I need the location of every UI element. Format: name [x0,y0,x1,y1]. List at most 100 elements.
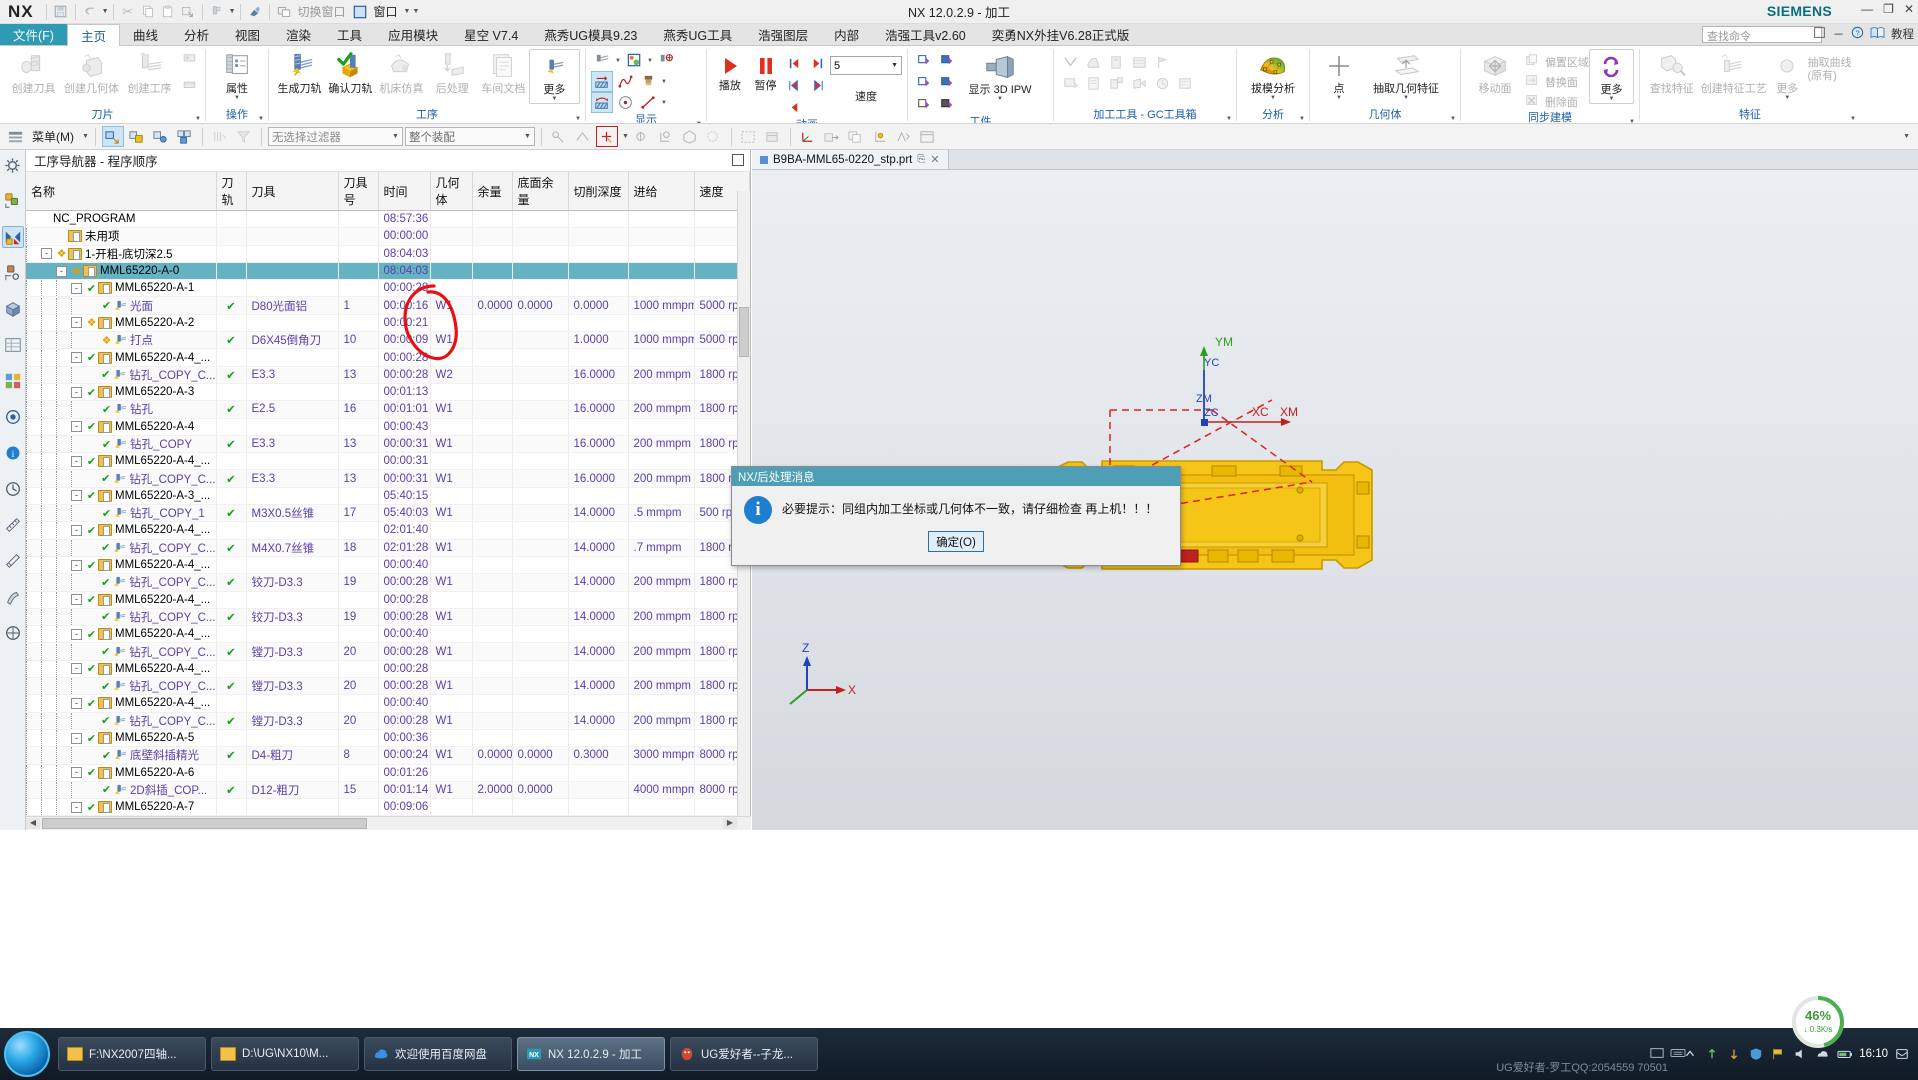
table-row[interactable]: 未用项 00:00:00 [26,227,750,246]
cell-name[interactable]: ✔ 钻孔_COPY_C... [26,469,217,488]
table-row[interactable]: ✔ 钻孔 ✔ E2.5 16 00:01:01 W1 16.0000 200 mmpm 1800 … [26,400,750,419]
cell-name[interactable]: ✔ 钻孔_COPY_C... [26,608,217,627]
tab-curve[interactable]: 曲线 [120,24,171,45]
create-geometry-button[interactable]: 创建几何体 [62,49,121,96]
tab-internal[interactable]: 内部 [821,24,872,45]
copy-to-layer-icon[interactable] [845,126,867,147]
table-row[interactable]: ✔ 钻孔_COPY_C... ✔ 镗刀-D3.3 20 00:00:28 W1 14.0000… [26,712,750,730]
cell-name[interactable]: ✔ 钻孔_COPY_1 [26,504,217,523]
tab-yanxiu-tool[interactable]: 燕秀UG工具 [650,24,745,45]
snap-point-icon[interactable] [209,126,231,147]
create-tool-button[interactable]: 创建刀具 [5,49,62,96]
table-row[interactable]: - ❖ MML65220-A-0 08:04:03 [26,262,750,281]
filter-icon[interactable] [233,126,255,147]
tab-yanxiu-mold[interactable]: 燕秀UG模具9.23 [531,24,650,45]
cell-name[interactable]: ✔ 底壁斜插精光 [26,746,217,765]
scroll-right-icon[interactable]: ▶ [723,818,737,829]
tree-expander[interactable]: - [71,282,82,294]
gc-10-icon[interactable] [1151,73,1173,94]
cell-name[interactable]: ✔ 钻孔_COPY [26,435,217,454]
tab-analysis[interactable]: 分析 [171,24,222,45]
cell-name[interactable]: 未用项 [26,227,217,246]
qat-overflow-icon[interactable]: ▼ [412,8,419,15]
operation-more-button[interactable]: 更多 ▼ [528,49,580,104]
col-stock[interactable]: 余量 [472,172,513,211]
show-3d-ipw-dropdown-icon[interactable]: ▼ [997,96,1003,102]
notification-icon[interactable] [1895,1047,1910,1062]
feature-more-dropdown-icon[interactable]: ▼ [1784,95,1790,101]
postprocess-button[interactable]: 后处理 [427,49,478,96]
move-face-button[interactable]: 移动面 [1466,49,1524,96]
chevron-up-icon[interactable] [1683,1047,1698,1062]
save-icon[interactable] [51,2,71,21]
tree-expander[interactable]: - [71,628,82,640]
machine-simulation-button[interactable]: 机床仿真 [376,49,427,96]
tool-display-dropdown-icon[interactable]: ▼ [660,79,668,85]
window-icon[interactable] [350,2,370,21]
undo-icon[interactable] [80,2,100,21]
gc-2-icon[interactable] [1082,52,1104,73]
properties-button[interactable]: 属性 ▼ [211,49,263,102]
group-expand-icon[interactable]: ▼ [195,112,201,123]
col-geom[interactable]: 几何体 [430,172,473,211]
rail-item-tools[interactable] [2,586,24,608]
display-region-dropdown-icon[interactable]: ▼ [646,58,654,64]
rail-item-geometry-view[interactable] [2,298,24,320]
replace-face-label[interactable]: 替换面 [1543,74,1578,90]
table-row[interactable]: ✔ 钻孔_COPY_C... ✔ E3.3 13 00:00:28 W2 16.0000 200… [26,366,750,384]
table-row[interactable]: - ✔ MML65220-A-4 00:00:43 [26,418,750,436]
table-row[interactable]: ✔ 底壁斜插精光 ✔ D4-粗刀 8 00:00:24 W1 0.0000 0.0000 0.30… [26,746,750,765]
sync-more-button[interactable]: 更多 ▼ [1588,49,1634,104]
gc-9-icon[interactable] [1128,73,1150,94]
move-to-layer-icon[interactable] [821,126,843,147]
ipw-2-icon[interactable] [936,50,958,71]
cell-name[interactable]: - ✔ MML65220-A-4_... [26,625,217,644]
cell-name[interactable]: - ✔ MML65220-A-1 [26,279,217,298]
cell-name[interactable]: NC_PROGRAM [26,210,217,229]
verify-toolpath-button[interactable]: 确认刀轨 [325,49,376,96]
cell-name[interactable]: ✔ 钻孔_COPY_C... [26,366,217,384]
cell-name[interactable]: ✔ 钻孔_COPY_C... [26,712,217,730]
window-restore-icon[interactable] [1813,26,1826,42]
gc-3-icon[interactable] [1105,52,1127,73]
part-tab[interactable]: B9BA-MML65-0220_stp.prt ⎘ ✕ [752,150,949,169]
table-row[interactable]: ✔ 钻孔_COPY ✔ E3.3 13 00:00:31 W1 16.0000 200 mmpm… [26,435,750,454]
create-operation-button[interactable]: 创建工序 [121,49,178,96]
close-button[interactable]: ✕ [1904,2,1914,16]
tab-view[interactable]: 视图 [222,24,273,45]
cell-name[interactable]: - ✔ MML65220-A-4_... [26,694,217,713]
window-dropdown-icon[interactable]: ▼ [404,8,411,15]
part-tab-pin-icon[interactable]: ⎘ [917,154,925,165]
immediate-sketch-icon[interactable] [893,126,915,147]
rail-item-operation-navigator[interactable] [1,226,24,248]
show-desktop-icon[interactable] [1649,1046,1665,1063]
scrollbar-thumb[interactable] [739,307,749,357]
taskbar-clock[interactable]: 16:10 [1859,1047,1888,1061]
group-expand-icon[interactable]: ▼ [1299,112,1305,123]
rail-item-history[interactable] [2,478,24,500]
step-last-icon[interactable] [806,53,828,74]
table-row[interactable]: - ✔ MML65220-A-4_... 00:00:31 [26,452,750,471]
cell-name[interactable]: - ✔ MML65220-A-4_... [26,348,217,367]
table-row[interactable]: - ✔ MML65220-A-5 00:00:36 [26,729,750,748]
display-point-icon[interactable] [655,50,677,71]
selbar-overflow-icon[interactable]: ▼ [1903,133,1910,140]
group-expand-icon[interactable]: ▼ [696,117,702,123]
tab-file[interactable]: 文件(F) [0,24,67,45]
cell-name[interactable]: - ✔ MML65220-A-3_... [26,487,217,506]
shield-icon[interactable] [1749,1047,1764,1062]
rail-item-part-navigator[interactable] [2,154,24,176]
play-button[interactable]: 播放 [712,52,748,93]
col-tool[interactable]: 刀具 [246,172,339,211]
point-button[interactable]: 点 ▼ [1315,49,1363,102]
properties-dropdown-icon[interactable]: ▼ [234,95,240,101]
menu-label[interactable]: 菜单(M) [28,128,78,145]
table-row[interactable]: NC_PROGRAM 08:57:36 [26,210,750,229]
table-row[interactable]: ✔ 钻孔_COPY_C... ✔ 铰刀-D3.3 19 00:00:28 W1 14.0000… [26,573,750,592]
shop-documentation-button[interactable]: 车间文档 [478,49,529,96]
pause-button[interactable]: 暂停 [748,52,784,93]
table-row[interactable]: ❖ 打点 ✔ D6X45倒角刀 10 00:00:09 W1 1.0000 1000 mmpm 5… [26,331,750,350]
col-depth[interactable]: 切削深度 [568,172,629,211]
book-icon[interactable] [1870,26,1885,42]
minimize-button[interactable]: — [1861,2,1873,16]
